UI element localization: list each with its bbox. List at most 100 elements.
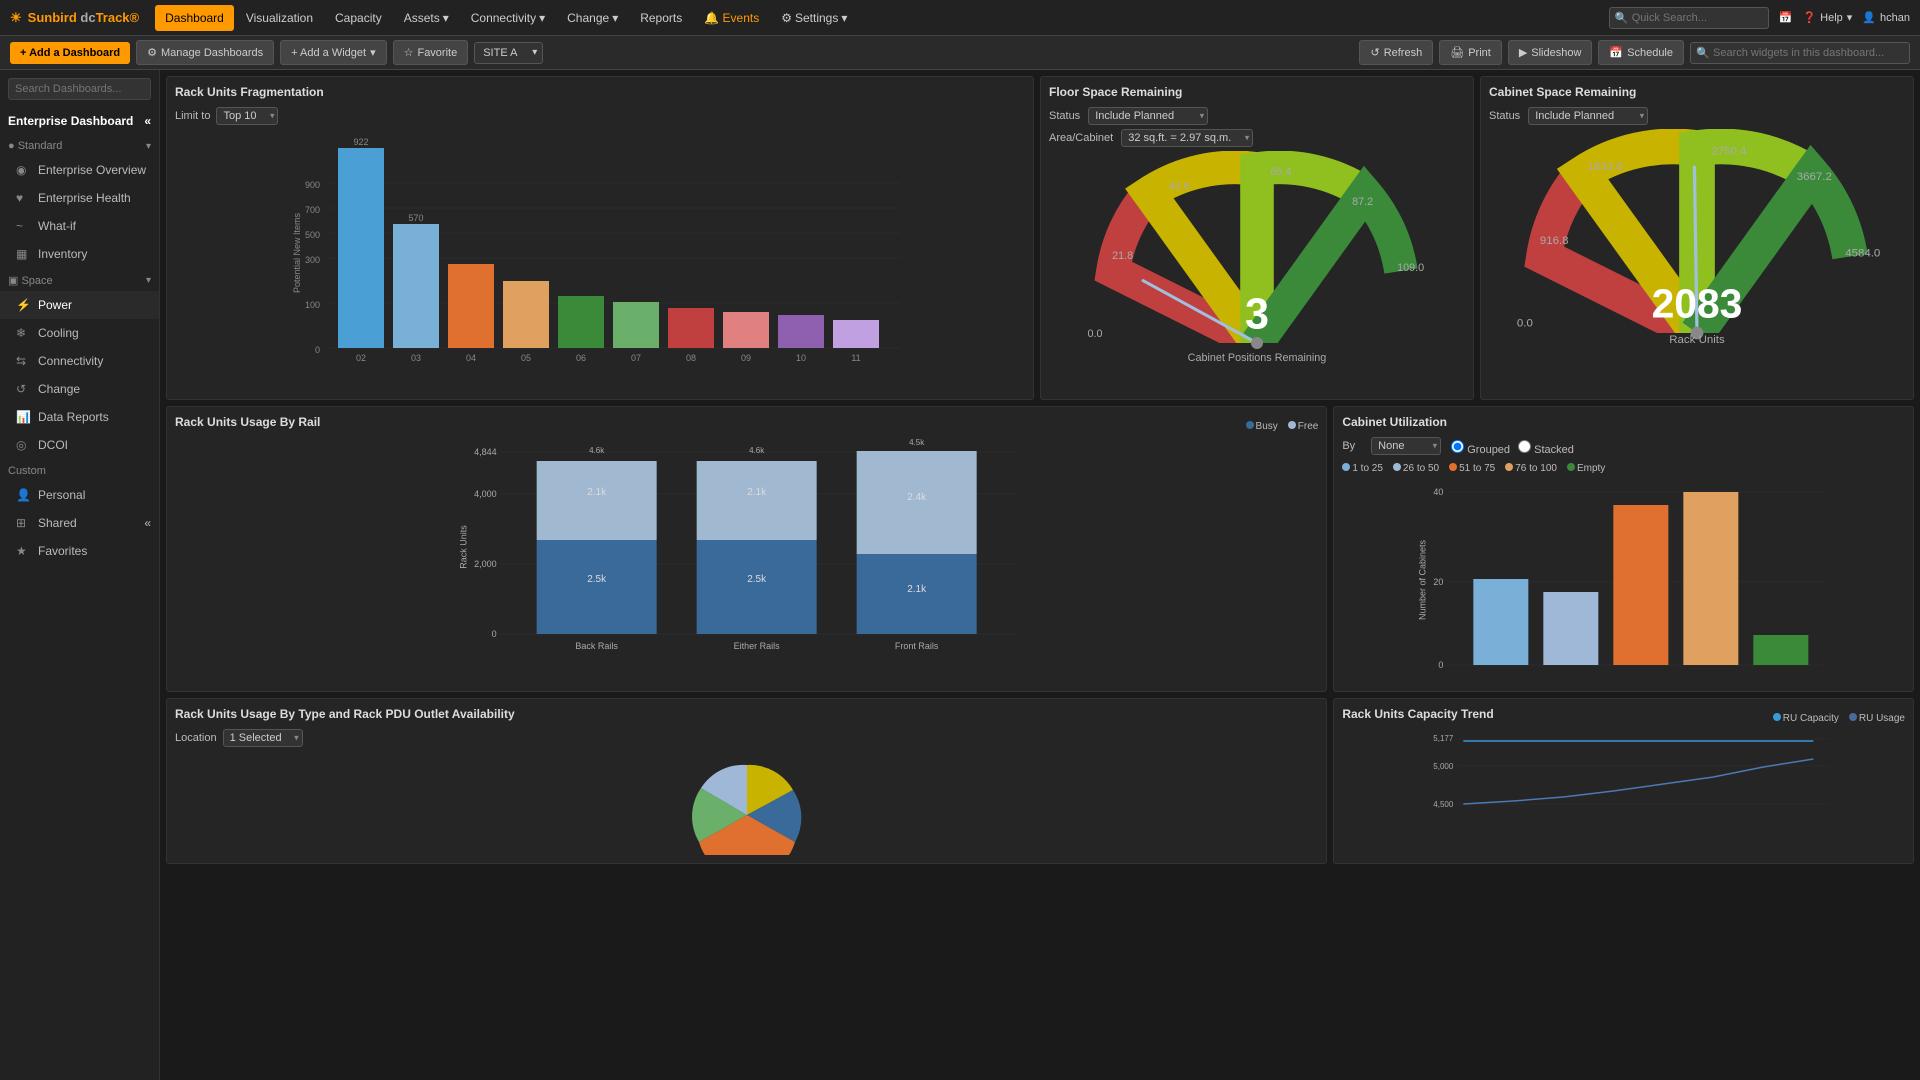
help-icon: ❓ xyxy=(1802,11,1816,24)
search-input[interactable] xyxy=(1609,7,1769,29)
cooling-icon: ❄ xyxy=(16,326,30,340)
nav-capacity[interactable]: Capacity xyxy=(325,5,392,31)
widget-rack-trend: Rack Units Capacity Trend RU Capacity RU… xyxy=(1333,698,1914,864)
sidebar-section-standard[interactable]: ● Standard ▾ xyxy=(0,134,159,156)
reports-icon: 📊 xyxy=(16,410,30,424)
floor-space-status-wrap: Include Planned ▾ xyxy=(1088,107,1208,125)
svg-text:2.1k: 2.1k xyxy=(747,487,767,498)
legend-1-25: 1 to 25 xyxy=(1342,463,1383,474)
rack-trend-header: Rack Units Capacity Trend RU Capacity RU… xyxy=(1342,707,1905,729)
svg-text:87.2: 87.2 xyxy=(1352,196,1373,208)
sidebar-item-enterprise-overview[interactable]: ◉ Enterprise Overview xyxy=(0,156,159,184)
svg-text:0.0: 0.0 xyxy=(1087,328,1102,340)
sidebar-item-cooling[interactable]: ❄ Cooling xyxy=(0,319,159,347)
svg-text:2.1k: 2.1k xyxy=(587,487,607,498)
sidebar-item-what-if[interactable]: ~ What-if xyxy=(0,212,159,240)
chevron-down-icon: ▾ xyxy=(612,11,618,25)
svg-text:4,844: 4,844 xyxy=(474,447,497,457)
floor-space-status-select[interactable]: Include Planned xyxy=(1088,107,1208,125)
nav-events[interactable]: 🔔 Events xyxy=(694,5,769,31)
favorite-button[interactable]: ☆ Favorite xyxy=(393,40,469,65)
by-select[interactable]: None xyxy=(1371,437,1441,455)
sidebar-search-input[interactable] xyxy=(8,78,151,100)
print-button[interactable]: 🖨 Print xyxy=(1439,40,1502,65)
chevron-down-icon: ▾ xyxy=(370,46,376,59)
sidebar-item-change[interactable]: ↺ Change xyxy=(0,375,159,403)
widget-rack-frag: Rack Units Fragmentation Limit to Top 10… xyxy=(166,76,1034,400)
svg-text:2083: 2083 xyxy=(1652,281,1743,327)
slideshow-button[interactable]: ▶ Slideshow xyxy=(1508,40,1593,65)
chevron-down-icon: ▾ xyxy=(146,141,151,152)
sidebar-item-dcoi[interactable]: ◎ DCOI xyxy=(0,431,159,459)
add-widget-button[interactable]: + Add a Widget ▾ xyxy=(280,40,386,65)
grouped-radio-label[interactable]: Grouped xyxy=(1451,440,1510,456)
widget-rack-rail: Rack Units Usage By Rail Busy Free 4,844… xyxy=(166,406,1327,692)
floor-space-area-select[interactable]: 32 sq.ft. = 2.97 sq.m. xyxy=(1121,129,1253,147)
svg-text:11: 11 xyxy=(851,353,860,363)
svg-text:20: 20 xyxy=(1434,577,1444,587)
nav-dashboard[interactable]: Dashboard xyxy=(155,5,234,31)
calendar-icon: 📅 xyxy=(1779,11,1793,24)
floor-space-area-wrap: 32 sq.ft. = 2.97 sq.m. ▾ xyxy=(1121,129,1253,147)
svg-text:100: 100 xyxy=(305,300,320,310)
grouped-radio[interactable] xyxy=(1451,440,1464,453)
stacked-radio[interactable] xyxy=(1518,440,1531,453)
refresh-button[interactable]: ↺ Refresh xyxy=(1359,40,1433,65)
sidebar-item-data-reports[interactable]: 📊 Data Reports xyxy=(0,403,159,431)
svg-text:Number of Cabinets: Number of Cabinets xyxy=(1418,539,1428,620)
floor-gauge-svg: 0.0 21.8 43.6 65.4 87.2 109.0 3 Cabinet … xyxy=(1049,151,1465,391)
sidebar-item-inventory[interactable]: ▦ Inventory xyxy=(0,240,159,268)
svg-text:3667.2: 3667.2 xyxy=(1797,171,1832,183)
nav-visualization[interactable]: Visualization xyxy=(236,5,323,31)
chevron-down-icon: ▾ xyxy=(443,11,449,25)
svg-text:570: 570 xyxy=(408,213,423,223)
svg-text:2750.4: 2750.4 xyxy=(1711,146,1747,158)
site-select-wrap: SITE A ▾ xyxy=(474,42,543,64)
sidebar-section-custom[interactable]: Custom xyxy=(0,459,159,481)
limit-select[interactable]: Top 10 xyxy=(216,107,278,125)
inventory-icon: ▦ xyxy=(16,247,30,261)
power-icon: ⚡ xyxy=(16,298,30,312)
svg-text:0: 0 xyxy=(492,629,497,639)
sidebar-section-space[interactable]: ▣ Space ▾ xyxy=(0,268,159,291)
svg-text:65.4: 65.4 xyxy=(1270,166,1291,178)
location-select-wrap: 1 Selected ▾ xyxy=(223,729,303,747)
svg-text:2.4k: 2.4k xyxy=(907,492,927,503)
help-button[interactable]: ❓ Help ▾ xyxy=(1802,11,1852,24)
search-top-wrap: 🔍 xyxy=(1609,7,1769,29)
schedule-button[interactable]: 📅 Schedule xyxy=(1598,40,1684,65)
sidebar-item-enterprise-health[interactable]: ♥ Enterprise Health xyxy=(0,184,159,212)
sidebar-item-favorites[interactable]: ★ Favorites xyxy=(0,537,159,565)
search-dashboard-input[interactable] xyxy=(1690,42,1910,64)
add-dashboard-button[interactable]: + Add a Dashboard xyxy=(10,42,130,64)
rack-type-controls: Location 1 Selected ▾ xyxy=(175,729,1318,747)
nav-change[interactable]: Change ▾ xyxy=(557,5,628,31)
nav-connectivity[interactable]: Connectivity ▾ xyxy=(461,5,555,31)
calendar-button[interactable]: 📅 xyxy=(1779,11,1793,24)
collapse-icon[interactable]: « xyxy=(144,114,151,128)
sidebar-item-power[interactable]: ⚡ Power xyxy=(0,291,159,319)
cabinet-util-legend: 1 to 25 26 to 50 51 to 75 76 to 100 Empt… xyxy=(1342,463,1905,474)
search-icon: 🔍 xyxy=(1615,11,1629,24)
cabinet-util-chart: 40 20 0 Number of Cabinets xyxy=(1342,480,1905,680)
legend-51-75: 51 to 75 xyxy=(1449,463,1495,474)
nav-reports[interactable]: Reports xyxy=(630,5,692,31)
svg-text:0: 0 xyxy=(1439,660,1444,670)
widget-rack-frag-title: Rack Units Fragmentation xyxy=(175,85,1025,99)
nav-settings[interactable]: ⚙ Settings ▾ xyxy=(771,5,857,31)
svg-text:922: 922 xyxy=(353,137,368,147)
sidebar-item-connectivity[interactable]: ⇆ Connectivity xyxy=(0,347,159,375)
stacked-radio-label[interactable]: Stacked xyxy=(1518,440,1574,456)
sidebar-item-personal[interactable]: 👤 Custom Personal xyxy=(0,481,159,509)
cabinet-space-status-select[interactable]: Include Planned xyxy=(1528,107,1648,125)
nav-assets[interactable]: Assets ▾ xyxy=(394,5,459,31)
svg-text:09: 09 xyxy=(741,353,751,363)
sidebar-item-shared[interactable]: ⊞ Shared « xyxy=(0,509,159,537)
site-select[interactable]: SITE A xyxy=(474,42,543,64)
widget-cabinet-space-title: Cabinet Space Remaining xyxy=(1489,85,1905,99)
nav-right: 🔍 📅 ❓ Help ▾ 👤 hchan xyxy=(1609,7,1910,29)
user-button[interactable]: 👤 hchan xyxy=(1862,11,1910,24)
manage-dashboards-button[interactable]: ⚙ Manage Dashboards xyxy=(136,40,274,65)
location-select[interactable]: 1 Selected xyxy=(223,729,303,747)
row-2: Rack Units Usage By Rail Busy Free 4,844… xyxy=(166,406,1914,692)
